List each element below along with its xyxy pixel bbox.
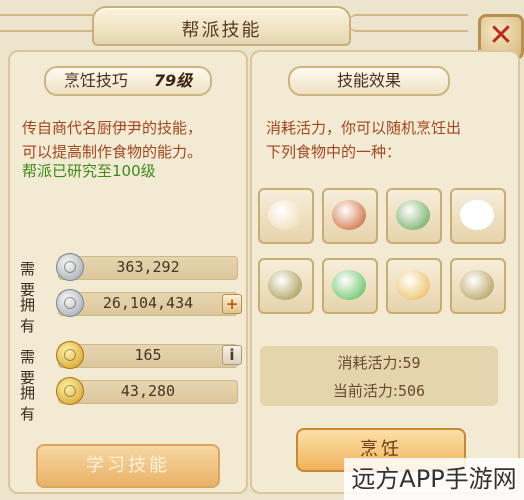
resource-value: 26,104,434 bbox=[102, 294, 194, 312]
vitality-current-label: 当前活力: bbox=[332, 382, 398, 400]
skill-panel: 帮派技能 ✕ 烹饪技巧 79级 传自商代名厨伊尹的技能， 可以提高制作食物的能力。… bbox=[0, 0, 524, 500]
skill-name-header: 烹饪技巧 79级 bbox=[44, 66, 212, 96]
food-slot[interactable] bbox=[450, 258, 506, 314]
vitality-cost-value: 59 bbox=[402, 354, 421, 372]
learn-skill-button[interactable]: 学习技能 bbox=[36, 444, 220, 488]
add-silver-button[interactable]: + bbox=[222, 294, 242, 314]
steamed-bun-food-icon bbox=[268, 200, 302, 230]
vitality-current: 当前活力:506 bbox=[260, 380, 498, 401]
skill-name: 烹饪技巧 bbox=[63, 71, 128, 90]
vitality-current-value: 506 bbox=[397, 382, 426, 400]
effect-description: 消耗活力，你可以随机烹饪出 下列食物中的一种： bbox=[266, 116, 506, 164]
skill-description-line: 传自商代名厨伊尹的技能， bbox=[22, 119, 203, 137]
vitality-cost: 消耗活力:59 bbox=[260, 352, 498, 373]
skill-level: 79级 bbox=[153, 71, 193, 90]
rice-ball-food-icon bbox=[460, 200, 494, 230]
skill-description: 传自商代名厨伊尹的技能， 可以提高制作食物的能力。 bbox=[22, 116, 242, 164]
effect-title: 技能效果 bbox=[288, 66, 450, 96]
dumpling-dish-food-icon bbox=[396, 200, 430, 230]
noodle-bowl-food-icon bbox=[396, 270, 430, 300]
window-title: 帮派技能 bbox=[181, 20, 262, 41]
resource-label: 拥有 bbox=[20, 296, 36, 335]
vitality-cost-label: 消耗活力: bbox=[337, 354, 403, 372]
green-jelly-food-icon bbox=[332, 270, 366, 300]
food-slot[interactable] bbox=[258, 188, 314, 244]
title-tab: 帮派技能 bbox=[92, 6, 351, 46]
resource-value: 165 bbox=[134, 346, 162, 364]
food-slot[interactable] bbox=[386, 258, 442, 314]
vitality-stats: 消耗活力:59 当前活力:506 bbox=[260, 346, 498, 406]
resource-label: 拥有 bbox=[20, 384, 36, 423]
food-slot[interactable] bbox=[322, 258, 378, 314]
effect-description-line: 消耗活力，你可以随机烹饪出 bbox=[266, 119, 462, 137]
food-slot[interactable] bbox=[322, 188, 378, 244]
food-slot[interactable] bbox=[386, 188, 442, 244]
resource-value: 363,292 bbox=[116, 258, 180, 276]
effect-description-line: 下列食物中的一种： bbox=[266, 143, 402, 161]
braised-meat-food-icon bbox=[332, 200, 366, 230]
research-status: 帮派已研究至100级 bbox=[22, 162, 156, 180]
food-slot[interactable] bbox=[450, 188, 506, 244]
resource-value: 43,280 bbox=[120, 382, 176, 400]
bronze-cup-food-icon bbox=[460, 270, 494, 300]
bronze-vessel-food-icon bbox=[268, 270, 302, 300]
food-slot[interactable] bbox=[258, 258, 314, 314]
watermark: 远方APP手游网 bbox=[344, 458, 524, 500]
info-button[interactable]: i bbox=[222, 345, 242, 365]
title-decoration-right bbox=[348, 14, 468, 32]
